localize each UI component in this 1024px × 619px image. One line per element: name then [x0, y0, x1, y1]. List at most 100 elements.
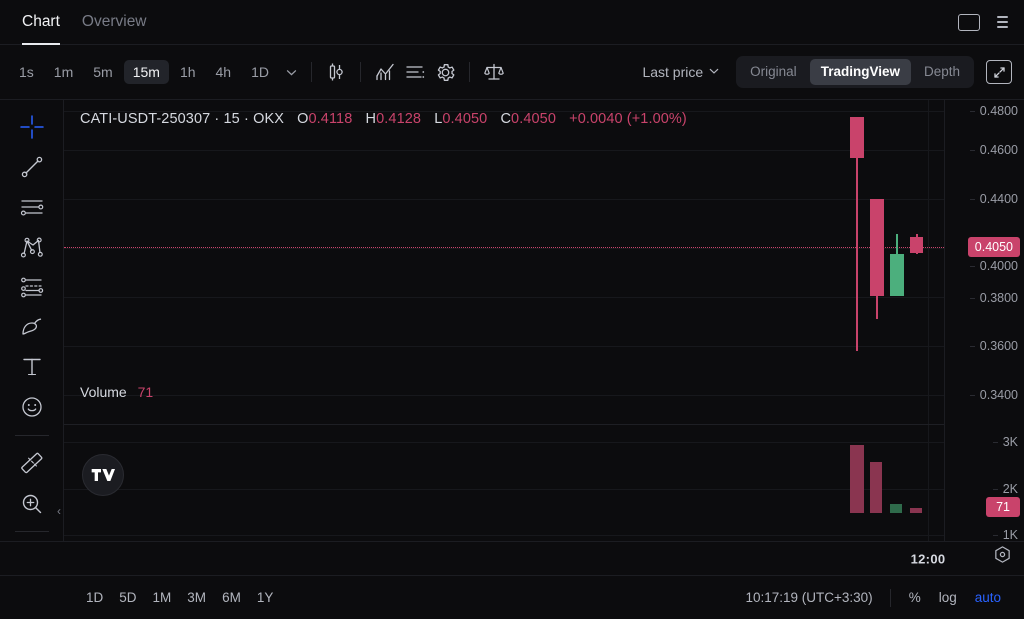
- gridline-0.3800: [64, 346, 944, 347]
- candlestick-chart-type-icon[interactable]: [321, 57, 351, 87]
- candle-body-4: [910, 237, 923, 253]
- timeframe-15m[interactable]: 15m: [123, 60, 169, 84]
- candle-body-1: [850, 117, 864, 158]
- view-mode-original[interactable]: Original: [739, 59, 808, 85]
- legend-close-value: 0.4050: [511, 111, 556, 127]
- toolbar-right-group: Last price Original TradingView Depth: [636, 55, 1012, 89]
- tab-chart[interactable]: Chart: [22, 0, 60, 45]
- cross-cursor-tool[interactable]: [11, 108, 53, 145]
- volume-tick-1: 2K: [992, 482, 1018, 496]
- price-scale[interactable]: 0.4800 0.4600 0.4400 0.4200 0.4000 0.380…: [944, 100, 1024, 542]
- time-axis[interactable]: 12:00: [0, 541, 1024, 575]
- gridline-0.4600: [64, 150, 944, 151]
- legend-low-value: 0.4050: [442, 111, 488, 127]
- measure-ruler-tool[interactable]: [11, 445, 53, 482]
- more-vertical-icon[interactable]: [994, 13, 1010, 31]
- bottom-divider: [889, 588, 891, 607]
- top-tab-bar: Chart Overview: [0, 0, 1024, 45]
- view-mode-tradingview[interactable]: TradingView: [809, 58, 911, 86]
- price-tick-7: 0.3400: [969, 388, 1018, 402]
- price-tick-6: 0.3600: [969, 339, 1018, 353]
- tab-chart-label: Chart: [22, 13, 60, 30]
- timeframe-4h[interactable]: 4h: [207, 60, 241, 84]
- chart-layout-list-icon[interactable]: [400, 57, 430, 87]
- bottom-bar-right-group: 10:17:19 (UTC+3:30) % log auto: [737, 586, 1010, 610]
- fib-retracement-tool[interactable]: [11, 269, 53, 306]
- price-tick-5: 0.3800: [969, 291, 1018, 305]
- chart-legend[interactable]: CATI-USDT-250307 · 15 · OKX O0.4118 H 0.4…: [80, 111, 687, 127]
- volume-legend-value: 71: [137, 384, 154, 400]
- clock-timezone[interactable]: 10:17:19 (UTC+3:30): [737, 586, 880, 609]
- volume-legend[interactable]: Volume 71: [80, 384, 153, 400]
- chevron-down-icon: [708, 64, 720, 80]
- settings-gear-icon[interactable]: [430, 57, 460, 87]
- volume-bar-4: [910, 508, 922, 513]
- last-price-label: Last price: [642, 64, 704, 80]
- percent-scale-button[interactable]: %: [900, 586, 930, 610]
- legend-sep-1: ·: [214, 111, 220, 127]
- price-tick-1: 0.4600: [969, 143, 1018, 157]
- toolbar-divider-1: [311, 62, 312, 82]
- chart-main-region: ‹ CATI-USDT-250307 · 15 · OKX O0.4118 H 0…: [0, 100, 1024, 542]
- tools-divider-2: [14, 531, 49, 533]
- timeframe-1s[interactable]: 1s: [10, 60, 43, 84]
- view-mode-segmented-control: Original TradingView Depth: [736, 55, 974, 89]
- pane-separator: [64, 424, 944, 425]
- chart-toolbar: 1s 1m 5m 15m 1h 4h 1D Last price Origina…: [0, 45, 1024, 100]
- zoom-in-tool[interactable]: [11, 485, 53, 522]
- current-volume-badge: 71: [986, 497, 1020, 517]
- range-5D[interactable]: 5D: [111, 586, 144, 610]
- legend-open-label: O: [297, 111, 309, 127]
- log-scale-button[interactable]: log: [930, 586, 966, 610]
- current-price-line: [64, 247, 944, 248]
- brush-tool[interactable]: [11, 309, 53, 346]
- legend-open-value: 0.4118: [308, 111, 353, 127]
- compare-scales-icon[interactable]: [479, 57, 509, 87]
- legend-symbol: CATI-USDT-250307: [80, 111, 211, 127]
- tab-overview[interactable]: Overview: [82, 0, 147, 45]
- range-1D[interactable]: 1D: [78, 586, 111, 610]
- timeframe-1h[interactable]: 1h: [171, 60, 205, 84]
- range-3M[interactable]: 3M: [179, 586, 214, 610]
- time-label-12:00: 12:00: [910, 551, 946, 566]
- legend-change: +0.0040 (+1.00%): [569, 111, 687, 127]
- trend-line-tool[interactable]: [11, 148, 53, 185]
- window-icon[interactable]: [958, 13, 980, 31]
- timeframe-1m[interactable]: 1m: [45, 60, 82, 84]
- price-tick-4: 0.4000: [969, 259, 1018, 273]
- time-axis-settings-icon[interactable]: [993, 545, 1012, 569]
- range-1Y[interactable]: 1Y: [249, 586, 282, 610]
- tools-divider-1: [14, 435, 49, 436]
- indicators-icon[interactable]: [370, 57, 400, 87]
- collapse-sidebar-arrow-icon[interactable]: ‹: [57, 504, 61, 518]
- expand-fullscreen-icon[interactable]: [986, 60, 1012, 84]
- toolbar-divider-2: [360, 62, 361, 82]
- tradingview-logo-icon[interactable]: [82, 454, 124, 496]
- legend-exchange: OKX: [253, 111, 284, 127]
- current-price-badge: 0.4050: [967, 237, 1020, 257]
- timeframe-5m[interactable]: 5m: [84, 60, 121, 84]
- legend-high-label: H: [365, 111, 377, 127]
- timeframe-1D[interactable]: 1D: [242, 60, 278, 84]
- chevron-down-icon[interactable]: [282, 63, 300, 81]
- pitchfork-tool[interactable]: [11, 228, 53, 265]
- bottom-status-bar: 1D 5D 1M 3M 6M 1Y 10:17:19 (UTC+3:30) % …: [0, 575, 1024, 619]
- emoji-tool[interactable]: [11, 389, 53, 426]
- drawing-tools-sidebar: ‹: [0, 100, 64, 541]
- range-1M[interactable]: 1M: [145, 586, 180, 610]
- view-mode-depth[interactable]: Depth: [913, 59, 971, 85]
- auto-scale-button[interactable]: auto: [966, 586, 1010, 610]
- chart-canvas[interactable]: CATI-USDT-250307 · 15 · OKX O0.4118 H 0.4…: [64, 100, 944, 541]
- volume-tick-2: 1K: [992, 528, 1018, 542]
- range-6M[interactable]: 6M: [214, 586, 249, 610]
- legend-sep-2: ·: [243, 111, 249, 127]
- volume-tick-0: 3K: [992, 435, 1018, 449]
- volume-bar-3: [890, 504, 902, 513]
- gridline-0.4000: [64, 297, 944, 298]
- last-price-dropdown[interactable]: Last price: [636, 59, 726, 85]
- legend-interval: 15: [223, 111, 240, 127]
- gridline-vol-3K: [64, 442, 944, 443]
- text-tool[interactable]: [11, 349, 53, 386]
- horizontal-lines-tool[interactable]: [11, 188, 53, 225]
- gridline-vertical-12:00: [928, 100, 929, 541]
